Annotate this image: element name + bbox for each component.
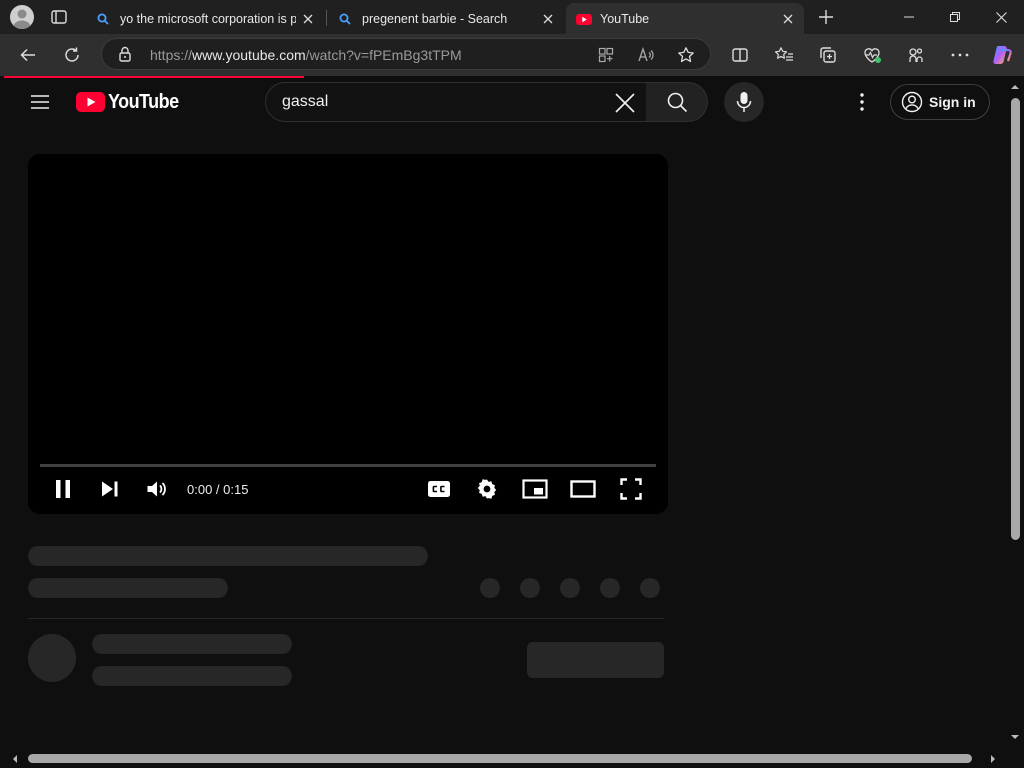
minimize-icon[interactable] [886, 0, 932, 34]
fullscreen-button[interactable] [618, 476, 644, 502]
url-scheme: https:// [150, 47, 193, 63]
refresh-icon[interactable] [60, 43, 84, 67]
video-time: 0:00 / 0:15 [187, 482, 249, 497]
copilot-icon[interactable] [990, 43, 1014, 67]
action-skeleton [520, 578, 540, 598]
action-skeleton [480, 578, 500, 598]
tab-separator [326, 10, 327, 26]
sign-in-button[interactable]: Sign in [890, 84, 990, 120]
horizontal-scroll-thumb[interactable] [28, 754, 972, 763]
close-icon[interactable] [296, 7, 320, 31]
tab-1[interactable]: yo the microsoft corporation is pr [86, 3, 324, 34]
browser-essentials-icon[interactable] [860, 43, 884, 67]
action-skeleton [560, 578, 580, 598]
tab-1-title: yo the microsoft corporation is pr [120, 11, 296, 26]
tab-2[interactable]: pregenent barbie - Search [328, 3, 564, 34]
video-player[interactable]: 0:00 / 0:15 [28, 154, 668, 514]
pause-icon [56, 480, 70, 498]
page-loading-bar [4, 76, 304, 78]
address-bar[interactable]: https://www.youtube.com/watch?v=fPEmBg3t… [101, 38, 711, 70]
pause-button[interactable] [50, 476, 76, 502]
channel-info-skeleton [92, 666, 292, 686]
miniplayer-icon [522, 479, 548, 499]
back-arrow-icon[interactable] [16, 43, 40, 67]
miniplayer-button[interactable] [522, 476, 548, 502]
search-icon [96, 12, 110, 26]
split-screen-icon[interactable] [728, 43, 752, 67]
sign-in-label: Sign in [929, 94, 976, 110]
new-tab-plus-icon[interactable] [814, 5, 838, 29]
favorite-star-icon[interactable] [676, 45, 696, 65]
video-progress-bar[interactable] [40, 464, 656, 467]
settings-button[interactable] [474, 476, 500, 502]
url-host: www.youtube.com [192, 47, 306, 63]
next-button[interactable] [97, 476, 123, 502]
closed-captions-icon [428, 481, 450, 497]
profile-avatar-icon[interactable] [10, 5, 34, 29]
action-skeleton [640, 578, 660, 598]
title-skeleton [28, 546, 428, 566]
settings-more-icon[interactable] [850, 90, 874, 114]
tab-2-title: pregenent barbie - Search [362, 11, 508, 26]
restore-icon[interactable] [932, 0, 978, 34]
extensions-icon[interactable] [904, 43, 928, 67]
scroll-down-arrow-icon[interactable] [1010, 732, 1020, 742]
window-close-icon[interactable] [978, 0, 1024, 34]
clear-search-icon[interactable] [612, 90, 638, 116]
close-icon[interactable] [536, 7, 560, 31]
skip-next-icon [102, 481, 118, 497]
horizontal-scrollbar[interactable] [0, 750, 1024, 768]
page-content: YouTube gassal Sign in 0:00 / 0:15 [4, 76, 1007, 750]
collections-icon[interactable] [816, 43, 840, 67]
read-aloud-icon[interactable] [636, 45, 656, 65]
content-divider [28, 618, 664, 619]
tab-actions-icon[interactable] [50, 8, 68, 26]
favorites-icon[interactable] [772, 43, 796, 67]
vertical-scrollbar[interactable] [1007, 76, 1024, 750]
tab-youtube-title: YouTube [600, 11, 650, 26]
youtube-icon [576, 12, 592, 26]
subtitle-skeleton [28, 578, 228, 598]
mute-button[interactable] [144, 476, 170, 502]
microphone-icon [736, 92, 752, 112]
search-icon [338, 12, 352, 26]
search-input-value[interactable]: gassal [282, 93, 328, 111]
theater-mode-button[interactable] [570, 476, 596, 502]
volume-icon [147, 481, 166, 497]
scroll-left-arrow-icon[interactable] [10, 754, 20, 764]
url-path: /watch?v=fPEmBg3tTPM [305, 47, 462, 63]
vertical-scroll-thumb[interactable] [1011, 98, 1020, 540]
search-icon [667, 92, 687, 113]
browser-toolbar: https://www.youtube.com/watch?v=fPEmBg3t… [0, 34, 1024, 76]
youtube-logo[interactable]: YouTube [76, 90, 186, 114]
gear-icon [477, 479, 497, 499]
channel-avatar-skeleton [28, 634, 76, 682]
app-available-icon[interactable] [596, 45, 616, 65]
tab-youtube[interactable]: YouTube [566, 3, 804, 34]
more-options-icon[interactable] [948, 43, 972, 67]
youtube-logo-icon [76, 92, 105, 112]
subscribe-button-skeleton [527, 642, 664, 678]
scroll-right-arrow-icon[interactable] [988, 754, 998, 764]
theater-mode-icon [570, 480, 596, 498]
close-icon[interactable] [776, 7, 800, 31]
search-input[interactable]: gassal [265, 82, 647, 122]
account-circle-icon [901, 91, 923, 113]
voice-search-button[interactable] [724, 82, 764, 122]
fullscreen-icon [620, 478, 642, 500]
lock-icon[interactable] [116, 45, 134, 63]
search-button[interactable] [646, 82, 708, 122]
youtube-logo-text: YouTube [108, 90, 179, 113]
scroll-up-arrow-icon[interactable] [1010, 82, 1020, 92]
browser-tab-bar: yo the microsoft corporation is pr prege… [0, 0, 1024, 34]
menu-hamburger-icon[interactable] [30, 92, 50, 112]
url-text[interactable]: https://www.youtube.com/watch?v=fPEmBg3t… [150, 47, 462, 63]
channel-name-skeleton [92, 634, 292, 654]
action-skeleton [600, 578, 620, 598]
subtitles-button[interactable] [426, 476, 452, 502]
